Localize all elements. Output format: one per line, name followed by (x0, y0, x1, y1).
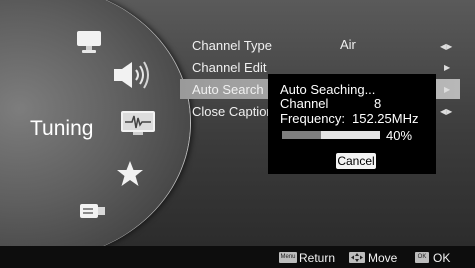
connector-icon[interactable] (78, 200, 108, 227)
menu-item-channel-edit[interactable]: Channel Edit (192, 60, 266, 75)
menu-item-channel-type[interactable]: Channel Type (192, 38, 272, 53)
progress-fill (282, 131, 322, 139)
right-arrow-icon: ▶ (444, 63, 451, 72)
ok-key-badge: OK (415, 252, 429, 263)
menu-item-auto-search[interactable]: Auto Search (192, 82, 264, 97)
channel-type-value: Air (340, 37, 356, 52)
left-right-arrow-icon: ◀▶ (440, 107, 453, 116)
dialog-title: Auto Seaching... (280, 82, 376, 97)
monitor-icon[interactable] (76, 30, 102, 59)
speaker-icon[interactable] (110, 60, 154, 95)
progress-percent: 40% (386, 128, 413, 143)
left-right-arrow-icon: ◀▶ (440, 42, 453, 51)
right-arrow-icon: ▶ (444, 85, 451, 94)
menu-item-close-caption[interactable]: Close Caption (192, 104, 274, 119)
cancel-button[interactable]: Cancel (336, 153, 376, 169)
frequency-value: 152.25MHz (352, 111, 419, 126)
move-hint[interactable]: Move (368, 251, 397, 265)
channel-label: Channel (280, 96, 329, 111)
frequency-label: Frequency: (280, 111, 346, 126)
tuning-icon[interactable] (120, 110, 156, 143)
progress-bar (282, 131, 380, 139)
return-hint[interactable]: Return (299, 251, 335, 265)
star-icon[interactable] (116, 160, 144, 193)
menu-key-badge: Menu (279, 252, 297, 263)
ok-hint[interactable]: OK (433, 251, 450, 265)
move-dpad-icon (349, 252, 365, 263)
category-label: Tuning (30, 117, 94, 140)
channel-value: 8 (374, 96, 382, 111)
tv-screen: Tuning Channel Type Air Channel Edit Aut… (0, 0, 475, 246)
footer-bar: Menu Return Move OK OK (0, 246, 475, 268)
auto-search-dialog: Auto Seaching... Channel 8 Frequency: 15… (268, 74, 436, 174)
